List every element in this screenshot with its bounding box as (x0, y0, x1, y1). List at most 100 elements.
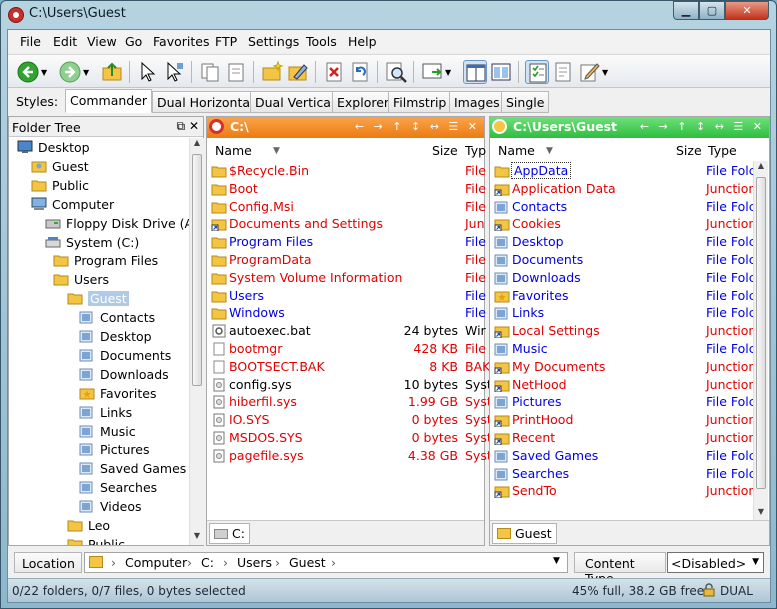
location-label[interactable]: Location (14, 552, 82, 573)
tree-item[interactable]: Downloads (79, 367, 169, 385)
column-size-header[interactable]: Size (676, 143, 702, 158)
menu-tools[interactable]: Tools (306, 34, 337, 49)
tree-item[interactable]: System (C:) (45, 235, 139, 253)
file-row[interactable]: Links File Folc (490, 305, 756, 323)
style-tab-dual-vertical[interactable]: Dual Vertical (250, 91, 340, 113)
style-tab-dual-horizontal[interactable]: Dual Horizontal (152, 91, 259, 113)
minimize-button[interactable]: ▁ (673, 1, 699, 20)
breadcrumb-users[interactable]: Users (237, 555, 272, 570)
chevron-down-icon[interactable]: ▼ (752, 557, 759, 567)
file-row[interactable]: IO.SYS 0 bytes Syst (207, 412, 492, 430)
file-row[interactable]: MSDOS.SYS 0 bytes Syst (207, 430, 492, 448)
left-folder-tab[interactable]: C: (209, 523, 250, 544)
column-name-header[interactable]: Name (498, 143, 535, 158)
properties-button[interactable] (551, 60, 575, 84)
new-folder-button[interactable] (260, 60, 284, 84)
style-tab-explorer[interactable]: Explorer (332, 91, 395, 113)
file-row[interactable]: Searches File Folc (490, 466, 756, 484)
file-row[interactable]: My Documents Junction (490, 359, 756, 377)
style-tab-images[interactable]: Images (449, 91, 505, 113)
breadcrumb-c-drive[interactable]: C: (201, 555, 214, 570)
scroll-down-icon[interactable]: ▼ (754, 507, 768, 521)
file-row[interactable]: pagefile.sys 4.38 GB Syst (207, 448, 492, 466)
file-row[interactable]: AppData File Folc (490, 162, 756, 181)
tree-item[interactable]: Favorites (79, 386, 156, 404)
file-row[interactable]: Contacts File Folc (490, 199, 756, 217)
column-name-header[interactable]: Name (215, 143, 252, 158)
content-type-label[interactable]: Content Type (574, 552, 666, 586)
file-row[interactable]: ProgramData File (207, 252, 486, 270)
tree-item[interactable]: Leo (67, 518, 110, 536)
file-row[interactable]: NetHood Junction (490, 377, 756, 395)
forward-button[interactable] (58, 60, 82, 84)
left-pane-title-bar[interactable]: C:\ ← → ↑ ↕ ↔ ☰ ✕ (207, 117, 484, 138)
tree-item[interactable]: Computer (31, 197, 114, 215)
tree-item[interactable]: Videos (79, 499, 142, 517)
menu-file[interactable]: File (20, 34, 41, 49)
menu-edit[interactable]: Edit (53, 34, 77, 49)
file-row[interactable]: Desktop File Folc (490, 234, 756, 252)
file-row[interactable]: Documents and Settings Jun (207, 216, 485, 234)
sync-button[interactable] (420, 60, 444, 84)
tree-item[interactable]: Searches (79, 480, 157, 498)
file-row[interactable]: $Recycle.Bin File (207, 163, 486, 181)
file-row[interactable]: config.sys 10 bytes Syst (207, 377, 492, 395)
file-row[interactable]: PrintHood Junction (490, 412, 756, 430)
dual-pane-button[interactable] (463, 60, 487, 84)
delete-button[interactable] (322, 60, 346, 84)
tree-item[interactable]: Floppy Disk Drive (A:) (45, 216, 189, 234)
style-tab-filmstrip[interactable]: Filmstrip (388, 91, 452, 113)
style-tab-commander[interactable]: Commander (65, 89, 153, 113)
tree-scrollbar[interactable]: ▲ ▼ (189, 138, 204, 545)
checklist-button[interactable] (525, 60, 549, 84)
tree-item[interactable]: Links (79, 405, 132, 423)
column-size-header[interactable]: Size (432, 143, 458, 158)
up-folder-button[interactable] (100, 60, 124, 84)
select-button[interactable] (136, 60, 160, 84)
dual-vertical-button[interactable] (489, 60, 513, 84)
file-row[interactable]: Favorites File Folc (490, 288, 756, 306)
menu-settings[interactable]: Settings (248, 34, 299, 49)
breadcrumb[interactable]: › Computer › C: › Users › Guest › ▼ (84, 552, 568, 573)
close-button[interactable]: ✕ (725, 1, 769, 20)
right-pane-title-bar[interactable]: C:\Users\Guest ← → ↑ ↕ ↔ ☰ ✕ (490, 117, 769, 138)
scroll-thumb[interactable] (192, 154, 202, 386)
file-row[interactable]: Documents File Folc (490, 252, 756, 270)
scroll-down-icon[interactable]: ▼ (190, 531, 204, 545)
tree-item[interactable]: Public (31, 178, 89, 196)
column-type-header[interactable]: Type (708, 143, 737, 158)
tree-item[interactable]: Users (53, 272, 109, 290)
file-row[interactable]: Pictures File Folc (490, 394, 756, 412)
file-row[interactable]: BOOTSECT.BAK 8 KB BAK (207, 359, 490, 377)
content-type-select[interactable]: <Disabled> ▼ (667, 552, 764, 573)
tree-item[interactable]: Guest (31, 159, 89, 177)
undo-button[interactable] (348, 60, 372, 84)
select-files-button[interactable] (162, 60, 186, 84)
tree-item[interactable]: Music (79, 424, 136, 442)
back-button[interactable] (16, 60, 40, 84)
lock-icon[interactable] (703, 583, 715, 597)
maximize-button[interactable]: ▢ (699, 1, 725, 20)
pin-icon[interactable]: ⧉ (177, 119, 186, 133)
scroll-up-icon[interactable]: ▲ (190, 138, 204, 152)
file-row[interactable]: Config.Msi File (207, 199, 486, 217)
edit-dropdown-icon[interactable]: ▼ (602, 60, 612, 84)
file-row[interactable]: SendTo Junction (490, 483, 756, 501)
menu-go[interactable]: Go (125, 34, 142, 49)
tree-item[interactable]: Desktop (17, 140, 90, 158)
scroll-thumb[interactable] (756, 177, 766, 489)
edit-button[interactable] (577, 60, 601, 84)
breadcrumb-computer[interactable]: Computer (125, 555, 187, 570)
file-row[interactable]: bootmgr 428 KB File (207, 341, 486, 359)
file-row[interactable]: Music File Folc (490, 341, 756, 359)
copy-button[interactable] (198, 60, 222, 84)
right-scrollbar[interactable]: ▲ ▼ (753, 161, 768, 521)
paste-button[interactable] (224, 60, 248, 84)
dual-mode-indicator[interactable]: DUAL (720, 584, 753, 598)
column-type-header[interactable]: Typ (465, 143, 486, 158)
scroll-up-icon[interactable]: ▲ (754, 161, 768, 175)
file-row[interactable]: Windows File (207, 305, 486, 323)
file-row[interactable]: Program Files File (207, 234, 486, 252)
tree-item[interactable]: Public (67, 537, 125, 545)
file-row[interactable]: Boot File (207, 181, 486, 199)
